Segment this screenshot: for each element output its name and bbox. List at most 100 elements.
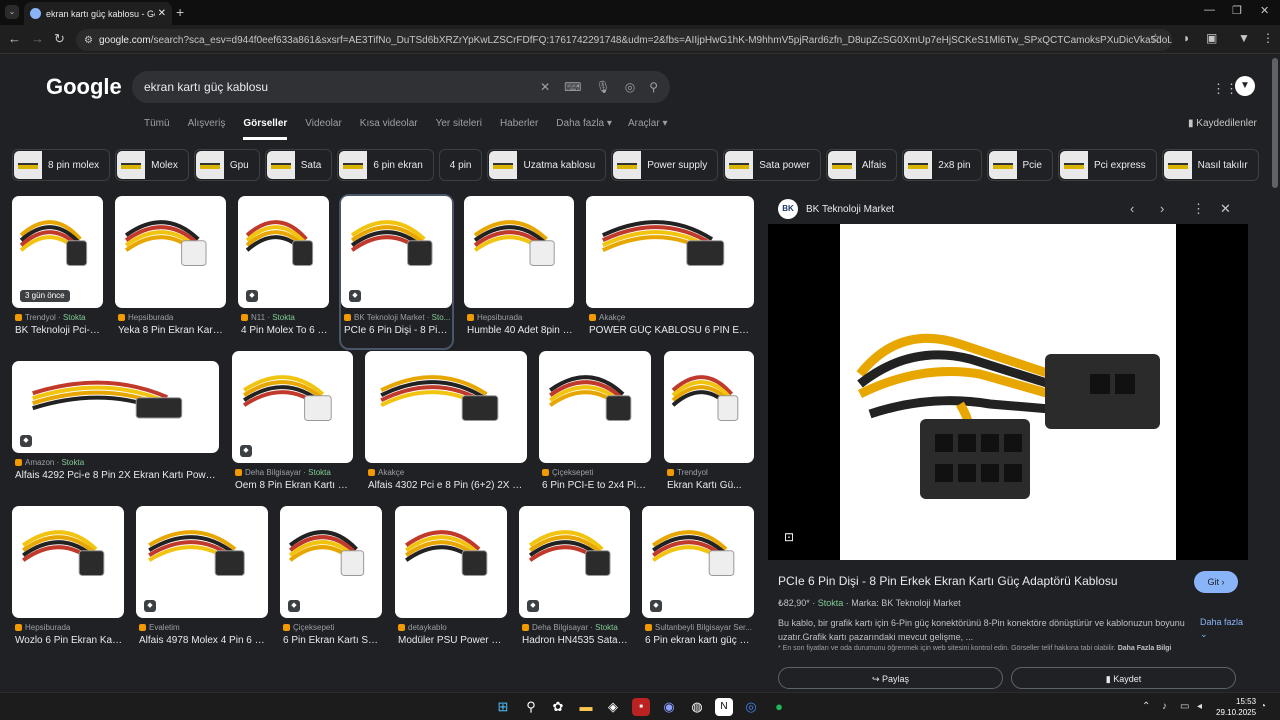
chip-1[interactable]: Molex: [115, 149, 189, 181]
image-result[interactable]: ◆ Sultanbeyli Bilgisayar Ser... 6 Pin ekra…: [642, 506, 754, 658]
result-source[interactable]: Akakçe: [368, 468, 404, 477]
chip-8[interactable]: Sata power: [723, 149, 821, 181]
result-thumbnail[interactable]: [586, 196, 754, 308]
more-options-icon[interactable]: ⋮: [1192, 201, 1205, 217]
result-thumbnail[interactable]: ◆: [642, 506, 754, 618]
extensions-puzzle-icon[interactable]: ▣: [1206, 31, 1217, 45]
result-title[interactable]: Alfais 4978 Molex 4 Pin 6 Pi...: [139, 635, 267, 646]
forward-icon[interactable]: →: [31, 31, 44, 46]
panel-title[interactable]: PCIe 6 Pin Dişi - 8 Pin Erkek Ekran Kart…: [778, 574, 1118, 588]
result-title[interactable]: Yeka 8 Pin Ekran Kartı ...: [118, 325, 225, 336]
result-source[interactable]: Hepsiburada: [118, 313, 173, 322]
spotify-icon[interactable]: ●: [770, 698, 788, 716]
volume-icon[interactable]: ◂: [1197, 701, 1202, 712]
image-result[interactable]: Hepsiburada Humble 40 Adet 8pin - ...: [464, 196, 574, 348]
image-result[interactable]: Çiçeksepeti 6 Pin PCI-E to 2x4 Pin ...: [539, 351, 651, 503]
next-icon[interactable]: ›: [1160, 201, 1164, 216]
note-link[interactable]: Daha Fazla Bilgi: [1118, 645, 1172, 652]
previous-icon[interactable]: ‹: [1130, 201, 1134, 216]
bookmark-star-icon[interactable]: ☆: [1150, 31, 1161, 45]
result-title[interactable]: Ekran Kartı Gü...: [667, 480, 753, 491]
result-thumbnail[interactable]: ◆: [238, 196, 329, 308]
result-title[interactable]: POWER GÜÇ KABLOSU 6 PİN EKRA...: [589, 325, 753, 336]
tab-more[interactable]: Daha fazla ▾: [556, 118, 612, 140]
app-icon[interactable]: ◈: [604, 698, 622, 716]
chip-10[interactable]: 2x8 pin: [902, 149, 982, 181]
result-thumbnail[interactable]: [395, 506, 507, 618]
result-thumbnail[interactable]: ◆: [280, 506, 382, 618]
chip-12[interactable]: Pci express: [1057, 149, 1157, 181]
image-result[interactable]: Hepsiburada Yeka 8 Pin Ekran Kartı ...: [115, 196, 226, 348]
image-result[interactable]: Akakçe POWER GÜÇ KABLOSU 6 PİN EKRA...: [586, 196, 754, 348]
clear-icon[interactable]: ✕: [540, 80, 550, 94]
keyboard-icon[interactable]: ⌨: [564, 80, 581, 94]
result-title[interactable]: Alfais 4302 Pci e 8 Pin (6+2) 2X Pci-...: [368, 480, 526, 491]
reload-icon[interactable]: ↻: [54, 31, 65, 47]
tab-news[interactable]: Haberler: [500, 118, 538, 140]
saved-button[interactable]: ▮ Kaydedilenler: [1188, 118, 1257, 129]
microphone-icon[interactable]: 🎙: [595, 80, 610, 94]
new-tab-button[interactable]: +: [176, 4, 184, 20]
url-input[interactable]: ⚙ google.com /search?sca_esv=d944f0eef63…: [76, 29, 1172, 51]
result-title[interactable]: 6 Pin PCI-E to 2x4 Pin ...: [542, 480, 650, 491]
file-explorer-icon[interactable]: ▬: [577, 698, 595, 716]
share-button[interactable]: ↪ Paylaş: [778, 667, 1003, 689]
back-icon[interactable]: ←: [8, 31, 21, 46]
chip-0[interactable]: 8 pin molex: [12, 149, 111, 181]
result-thumbnail[interactable]: [115, 196, 226, 308]
chip-13[interactable]: Nasıl takılır: [1161, 149, 1259, 181]
chip-7[interactable]: Power supply: [611, 149, 719, 181]
result-title[interactable]: Oem 8 Pin Ekran Kartı Gü...: [235, 480, 352, 491]
widgets-icon[interactable]: ✿: [549, 698, 567, 716]
save-button[interactable]: ▮ Kaydet: [1011, 667, 1236, 689]
notification-icon[interactable]: ◔: [1260, 701, 1266, 712]
image-result[interactable]: ◆ Evaletim Alfais 4978 Molex 4 Pin 6 Pi...: [136, 506, 268, 658]
site-info-icon[interactable]: ⚙: [84, 35, 93, 46]
result-source[interactable]: Evaletim: [139, 623, 180, 632]
browser-menu-icon[interactable]: ⋮: [1262, 31, 1274, 45]
result-title[interactable]: 6 Pin ekran kartı güç ka...: [645, 635, 753, 646]
result-source[interactable]: Deha Bilgisayar · Stokta: [522, 623, 618, 632]
tab-places[interactable]: Yer siteleri: [436, 118, 482, 140]
minimize-icon[interactable]: —: [1204, 4, 1215, 16]
image-result[interactable]: ◆ Deha Bilgisayar · Stokta Hadron HN4535 S…: [519, 506, 630, 658]
result-title[interactable]: BK Teknoloji Pci-e ...: [15, 325, 102, 336]
result-title[interactable]: 4 Pin Molex To 6 P...: [241, 325, 328, 336]
image-result[interactable]: ◆ Amazon · Stokta Alfais 4292 Pci-e 8 Pin …: [12, 361, 219, 493]
tab-images[interactable]: Görseller: [243, 118, 288, 140]
lens-search-icon[interactable]: ⊡: [784, 530, 794, 544]
extension-icon[interactable]: ◗: [1183, 31, 1190, 45]
result-title[interactable]: 6 Pin Ekran Kartı Sat...: [283, 635, 381, 646]
image-result[interactable]: ◆ Çiçeksepeti 6 Pin Ekran Kartı Sat...: [280, 506, 382, 658]
close-panel-icon[interactable]: ✕: [1220, 201, 1231, 217]
result-source[interactable]: Deha Bilgisayar · Stokta: [235, 468, 331, 477]
chip-6[interactable]: Uzatma kablosu: [487, 149, 607, 181]
result-title[interactable]: Alfais 4292 Pci-e 8 Pin 2X Ekran Kartı P…: [15, 470, 218, 481]
chip-9[interactable]: Alfais: [825, 149, 898, 181]
search-icon[interactable]: ⚲: [649, 80, 658, 94]
chip-5[interactable]: 4 pin: [438, 149, 483, 181]
start-icon[interactable]: ⊞: [494, 698, 512, 716]
image-result[interactable]: detaykablo Modüler PSU Power Ka...: [395, 506, 507, 658]
result-title[interactable]: PCIe 6 Pin Dişi - 8 Pin ...: [344, 325, 451, 336]
tray-chevron-icon[interactable]: ⌃: [1142, 701, 1150, 712]
chip-3[interactable]: Sata: [264, 149, 333, 181]
more-button[interactable]: Daha fazla ⌄: [1200, 616, 1248, 640]
game-app-icon[interactable]: ■: [632, 698, 650, 716]
image-result[interactable]: Hepsiburada Wozlo 6 Pin Ekran Kartı...: [12, 506, 124, 658]
result-title[interactable]: Modüler PSU Power Ka...: [398, 635, 506, 646]
preview-image[interactable]: ⊡: [768, 224, 1248, 560]
profile-icon[interactable]: ▼: [1238, 31, 1250, 45]
tab-videos[interactable]: Videolar: [305, 118, 342, 140]
network-icon[interactable]: ▭: [1180, 701, 1189, 712]
chip-2[interactable]: Gpu: [193, 149, 260, 181]
image-result[interactable]: 3 gün önce Trendyol · Stokta BK Teknoloji …: [12, 196, 103, 348]
close-tab-icon[interactable]: ✕: [158, 8, 166, 19]
result-thumbnail[interactable]: [664, 351, 754, 463]
apps-grid-icon[interactable]: ⋮⋮: [1212, 81, 1238, 97]
page-scrollbar[interactable]: [1272, 58, 1278, 188]
result-thumbnail[interactable]: [539, 351, 651, 463]
taskbar-search-icon[interactable]: ⚲: [522, 698, 540, 716]
result-thumbnail[interactable]: [365, 351, 527, 463]
result-thumbnail[interactable]: ◆: [136, 506, 268, 618]
